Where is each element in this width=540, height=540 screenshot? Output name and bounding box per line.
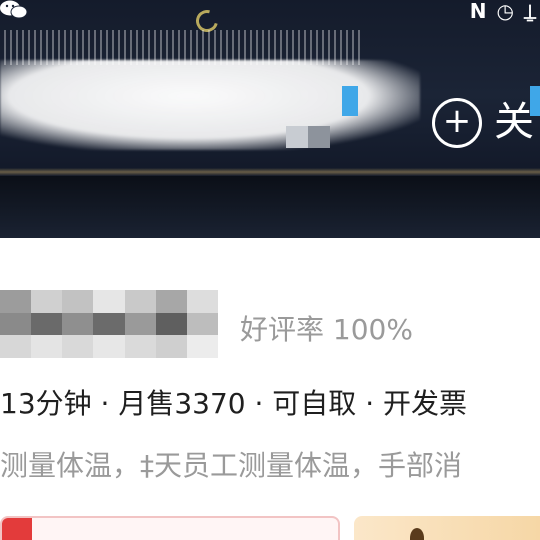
member-icon [410,528,424,540]
shop-notice[interactable]: 测量体温，‡天员工测量体温，手部消 [0,446,462,486]
coupon-tag [2,518,32,540]
wechat-icon [0,0,28,19]
shop-meta-info: 13分钟 · 月售3370 · 可自取 · 开发票 [0,387,467,420]
shop-banner: N ◷ ⍊ + 关 [0,0,540,238]
favorite-label[interactable]: 关 [494,100,534,144]
notification-icon: ⍊ [524,0,536,23]
clock-icon: ◷ [496,0,514,23]
coupon-card[interactable] [0,516,340,540]
shop-name-blurred [0,290,218,358]
horizon-light [0,168,540,176]
ground-area [0,176,540,238]
member-card[interactable] [354,516,540,540]
shop-page: N ◷ ⍊ + 关 好评率 100% 13分钟 · 月售3370 · 可自取 ·… [0,0,540,540]
favorite-plus-icon[interactable]: + [432,98,482,148]
status-bar-icons: N ◷ ⍊ [470,0,540,22]
blurred-pixel [342,86,358,116]
blurred-pixel [286,126,308,148]
nfc-icon: N [469,0,487,23]
blurred-pixel [308,126,330,148]
rating-text: 好评率 100% [240,313,413,346]
